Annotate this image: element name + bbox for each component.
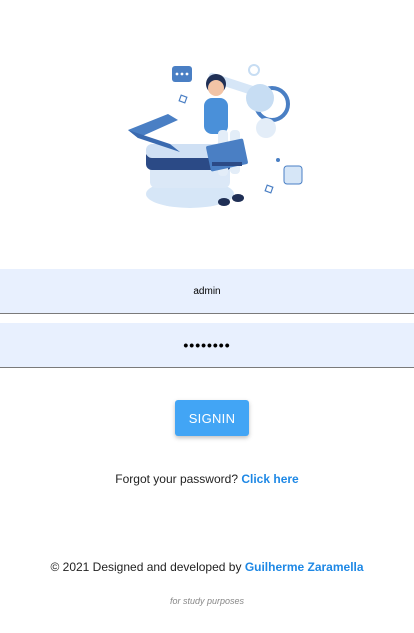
footer-purpose: for study purposes xyxy=(169,596,245,606)
signin-button[interactable]: SIGNIN xyxy=(175,400,249,436)
login-illustration xyxy=(128,64,303,208)
username-input[interactable] xyxy=(0,269,414,314)
login-page: SIGNIN Forgot your password? Click here … xyxy=(0,0,414,633)
author-link[interactable]: Guilherme Zaramella xyxy=(245,560,364,574)
forgot-password-link[interactable]: Click here xyxy=(241,472,298,486)
password-input[interactable] xyxy=(0,323,414,368)
footer-credits: © 2021 Designed and developed by Guilher… xyxy=(0,560,414,574)
credits-text: © 2021 Designed and developed by xyxy=(50,560,242,574)
forgot-password-row: Forgot your password? Click here xyxy=(0,472,414,486)
forgot-password-text: Forgot your password? xyxy=(115,472,238,486)
